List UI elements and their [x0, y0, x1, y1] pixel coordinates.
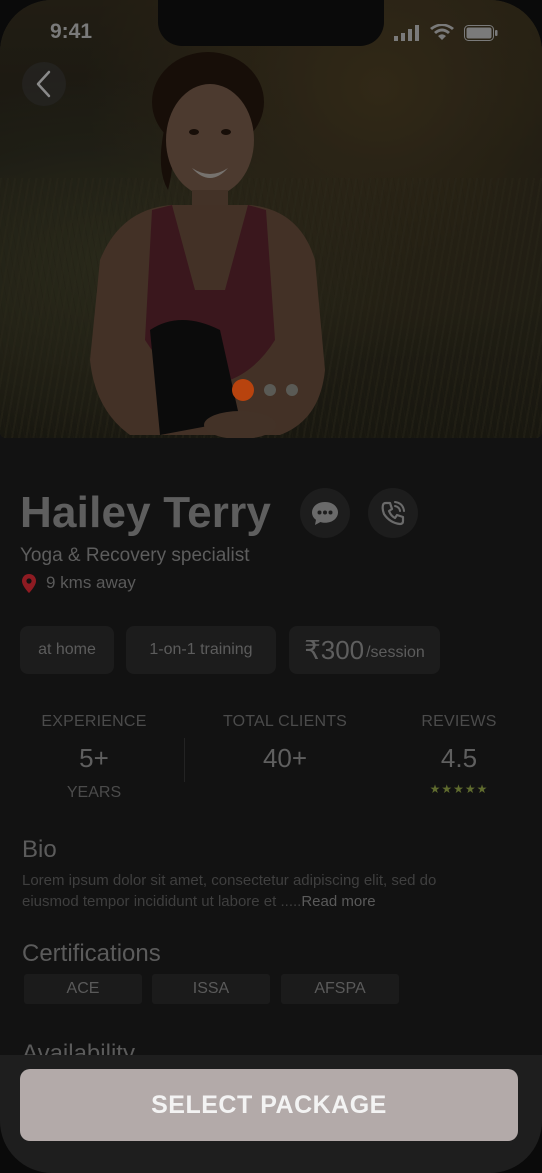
- select-package-button[interactable]: SELECT PACKAGE: [20, 1069, 518, 1141]
- chip-training-type[interactable]: 1-on-1 training: [126, 626, 276, 674]
- trainer-location: 9 kms away: [22, 573, 136, 593]
- bio-text: Lorem ipsum dolor sit amet, consectetur …: [22, 870, 492, 912]
- chip-label: 1-on-1 training: [149, 641, 253, 658]
- trainer-name: Hailey Terry: [20, 488, 272, 537]
- stat-value: 40+: [262, 743, 308, 773]
- certifications-heading: Certifications: [22, 940, 161, 967]
- back-button[interactable]: [22, 62, 66, 106]
- stat-experience: EXPERIENCE 5+ YEARS: [34, 713, 154, 802]
- stat-label: REVIEWS: [421, 713, 497, 730]
- carousel-dot[interactable]: [286, 384, 298, 396]
- battery-icon: [464, 24, 498, 41]
- carousel-dot[interactable]: [264, 384, 276, 396]
- stat-label: TOTAL CLIENTS: [222, 713, 348, 730]
- status-icons: [394, 24, 498, 41]
- carousel-indicator: [232, 379, 298, 401]
- status-time: 9:41: [50, 20, 93, 43]
- carousel-dot[interactable]: [232, 379, 254, 401]
- distance-text: 9 kms away: [46, 573, 136, 592]
- rating-stars-icon: ★★★★★: [429, 782, 489, 796]
- phone-screen: 9:41 Hailey Terry Yoga & Recovery specia…: [0, 0, 542, 1173]
- stat-value: 4.5: [440, 743, 478, 773]
- stat-total-clients: TOTAL CLIENTS 40+: [210, 713, 360, 774]
- certification-badge: ISSA: [152, 974, 270, 1004]
- phone-call-icon: [381, 501, 405, 526]
- price-unit: /session: [366, 644, 425, 661]
- stat-unit: YEARS: [66, 784, 122, 801]
- chip-price[interactable]: ₹300 /session: [289, 626, 440, 674]
- trainer-role: Yoga & Recovery specialist: [20, 545, 250, 566]
- wifi-icon: [430, 24, 454, 40]
- certification-badge: ACE: [24, 974, 142, 1004]
- chip-at-home[interactable]: at home: [20, 626, 114, 674]
- chevron-left-icon: [36, 70, 51, 98]
- stat-label: EXPERIENCE: [41, 713, 147, 730]
- stat-divider: [184, 738, 185, 782]
- certification-badge: AFSPA: [281, 974, 399, 1004]
- device-notch: [158, 0, 384, 46]
- stat-reviews[interactable]: REVIEWS 4.5 ★★★★★: [412, 713, 506, 796]
- bio-heading: Bio: [22, 836, 57, 863]
- price-amount: ₹300: [304, 634, 365, 665]
- call-button[interactable]: [368, 488, 418, 538]
- location-pin-icon: [22, 573, 36, 593]
- chat-bubble-icon: [312, 502, 338, 525]
- trainer-photo[interactable]: [0, 0, 542, 438]
- stat-value: 5+: [79, 743, 109, 773]
- photo-overlay: [0, 0, 542, 438]
- signal-icon: [394, 24, 419, 41]
- chip-label: at home: [38, 641, 96, 658]
- message-button[interactable]: [300, 488, 350, 538]
- read-more-link[interactable]: Read more: [301, 893, 375, 910]
